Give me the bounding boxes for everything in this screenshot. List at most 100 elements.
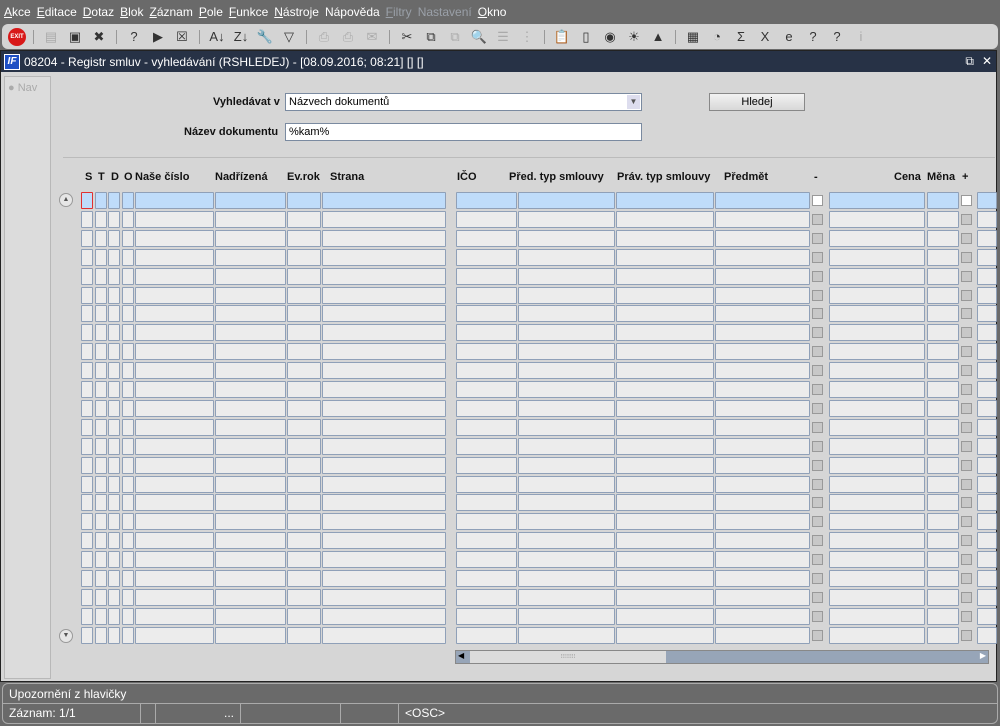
grid-cell[interactable]: [108, 494, 120, 512]
grid-cell[interactable]: [95, 343, 107, 361]
grid-cell[interactable]: [518, 210, 615, 228]
grid-cell[interactable]: [108, 532, 120, 550]
grid-cell[interactable]: [715, 210, 810, 228]
grid-cell[interactable]: [322, 210, 446, 228]
grid-cell[interactable]: [977, 381, 997, 398]
row-checkbox[interactable]: [812, 554, 823, 566]
grid-cell[interactable]: [518, 456, 615, 474]
grid-cell[interactable]: [122, 626, 134, 644]
grid-cell[interactable]: [977, 626, 997, 644]
grid-cell[interactable]: [715, 570, 810, 587]
grid-cell[interactable]: [287, 248, 321, 266]
row-checkbox[interactable]: [812, 629, 823, 641]
grid-cell[interactable]: [95, 607, 107, 625]
grid-cell[interactable]: [81, 192, 93, 209]
search-button[interactable]: Hledej: [709, 93, 805, 111]
row-checkbox[interactable]: [961, 554, 972, 566]
grid-cell[interactable]: [616, 494, 714, 512]
grid-cell[interactable]: [322, 532, 446, 550]
grid-cell[interactable]: [287, 551, 321, 569]
chevron-down-icon[interactable]: ▼: [627, 95, 640, 109]
grid-cell[interactable]: [108, 248, 120, 266]
grid-cell[interactable]: [518, 286, 615, 304]
grid-cell[interactable]: [81, 588, 93, 606]
grid-cell[interactable]: [287, 286, 321, 304]
grid-cell[interactable]: [81, 456, 93, 474]
grid-cell[interactable]: [108, 551, 120, 569]
grid-cell[interactable]: [927, 210, 959, 228]
sort-desc-icon[interactable]: Z↓: [231, 27, 251, 47]
grid-cell[interactable]: [829, 588, 925, 606]
grid-cell[interactable]: [108, 607, 120, 625]
grid-cell[interactable]: [456, 532, 517, 550]
grid-cell[interactable]: [95, 456, 107, 474]
grid-cell[interactable]: [322, 248, 446, 266]
grid-cell[interactable]: [322, 399, 446, 417]
grid-cell[interactable]: [122, 418, 134, 436]
grid-cell[interactable]: [135, 494, 214, 512]
grid-cell[interactable]: [829, 362, 925, 380]
grid-cell[interactable]: [215, 399, 286, 417]
row-checkbox[interactable]: [812, 421, 823, 433]
grid-cell[interactable]: [95, 229, 107, 247]
grid-cell[interactable]: [108, 475, 120, 493]
grid-cell[interactable]: [81, 267, 93, 285]
grid-cell[interactable]: [322, 381, 446, 398]
grid-cell[interactable]: [287, 210, 321, 228]
grid-cell[interactable]: [616, 229, 714, 247]
sum-icon[interactable]: Σ: [731, 27, 751, 47]
grid-cell[interactable]: [518, 551, 615, 569]
grid-cell[interactable]: [927, 362, 959, 380]
grid-cell[interactable]: [456, 305, 517, 323]
row-checkbox[interactable]: [812, 384, 823, 395]
filter-icon[interactable]: ▽: [279, 27, 299, 47]
grid-cell[interactable]: [456, 551, 517, 569]
grid-cell[interactable]: [108, 286, 120, 304]
grid-cell[interactable]: [715, 418, 810, 436]
grid-cell[interactable]: [108, 381, 120, 398]
grid-cell[interactable]: [122, 532, 134, 550]
grid-cell[interactable]: [287, 324, 321, 342]
document-icon[interactable]: ▯: [576, 27, 596, 47]
row-checkbox[interactable]: [961, 610, 972, 622]
grid-cell[interactable]: [715, 532, 810, 550]
grid-cell[interactable]: [122, 192, 134, 209]
grid-cell[interactable]: [95, 626, 107, 644]
grid-cell[interactable]: [518, 343, 615, 361]
triangle-icon[interactable]: ▲: [648, 27, 668, 47]
row-checkbox[interactable]: [961, 573, 972, 584]
grid-cell[interactable]: [122, 570, 134, 587]
grid-cell[interactable]: [927, 324, 959, 342]
grid-cell[interactable]: [122, 286, 134, 304]
grid-cell[interactable]: [122, 381, 134, 398]
grid-cell[interactable]: [122, 551, 134, 569]
grid-cell[interactable]: [108, 324, 120, 342]
grid-cell[interactable]: [322, 588, 446, 606]
grid-cell[interactable]: [829, 267, 925, 285]
grid-cell[interactable]: [829, 494, 925, 512]
grid-cell[interactable]: [81, 362, 93, 380]
grid-cell[interactable]: [456, 456, 517, 474]
grid-cell[interactable]: [456, 607, 517, 625]
grid-cell[interactable]: [322, 513, 446, 531]
row-checkbox[interactable]: [812, 232, 823, 244]
row-checkbox[interactable]: [812, 573, 823, 584]
grid-cell[interactable]: [287, 305, 321, 323]
grid-cell[interactable]: [456, 192, 517, 209]
grid-cell[interactable]: [829, 305, 925, 323]
grid-cell[interactable]: [135, 229, 214, 247]
grid-cell[interactable]: [215, 362, 286, 380]
grid-cell[interactable]: [108, 305, 120, 323]
sun-icon[interactable]: ☀: [624, 27, 644, 47]
restore-icon[interactable]: ⧉: [965, 54, 974, 69]
grid-cell[interactable]: [95, 399, 107, 417]
grid-cell[interactable]: [456, 570, 517, 587]
grid-cell[interactable]: [215, 248, 286, 266]
grid-cell[interactable]: [322, 607, 446, 625]
grid-cell[interactable]: [95, 248, 107, 266]
grid-cell[interactable]: [829, 286, 925, 304]
enter-query-icon[interactable]: ?: [124, 27, 144, 47]
grid-cell[interactable]: [135, 475, 214, 493]
grid-cell[interactable]: [95, 362, 107, 380]
grid-cell[interactable]: [616, 210, 714, 228]
